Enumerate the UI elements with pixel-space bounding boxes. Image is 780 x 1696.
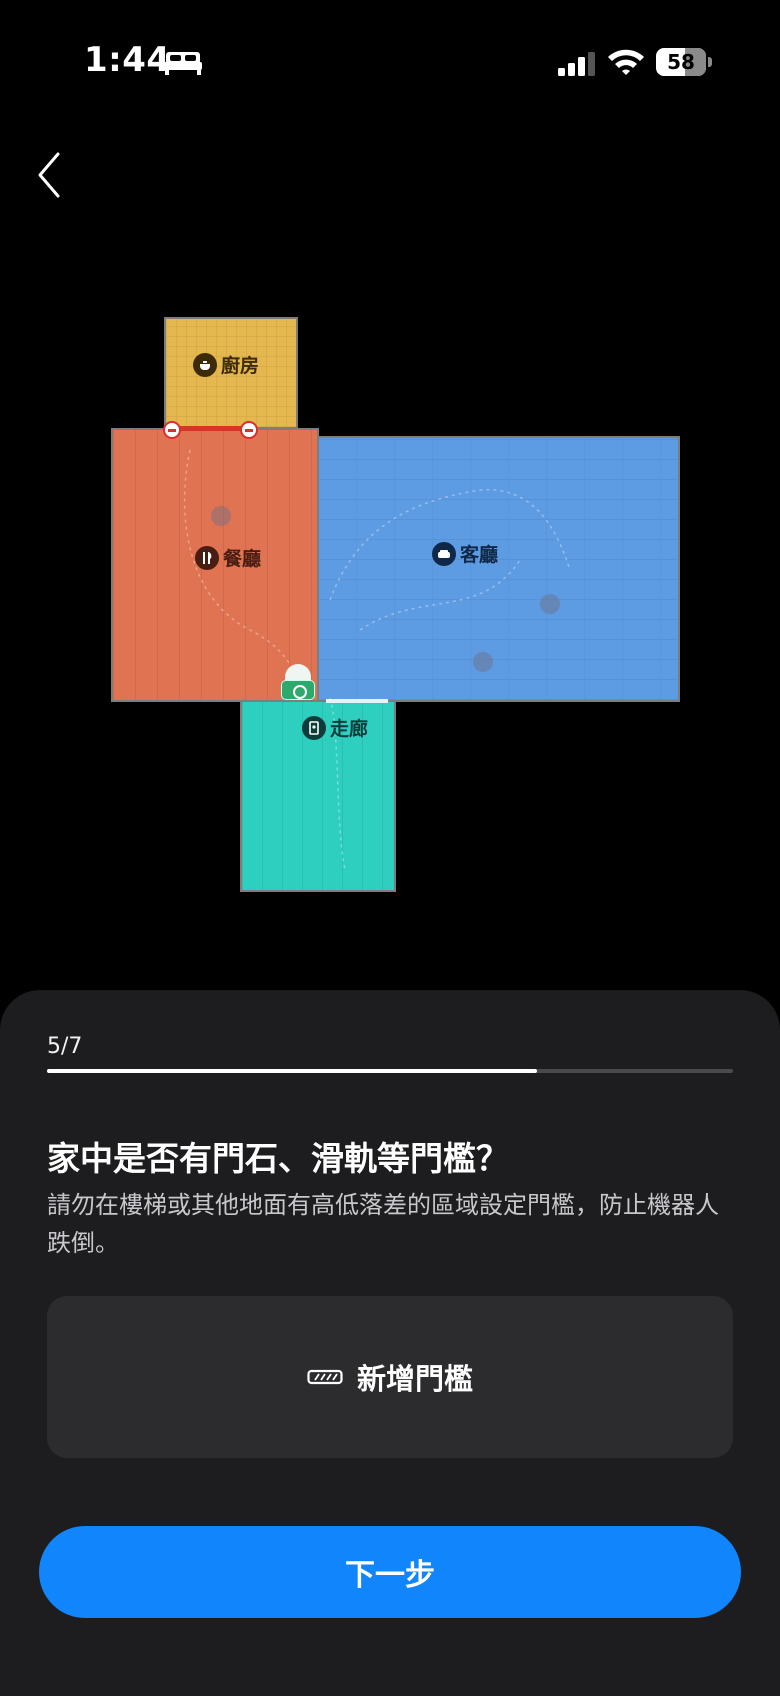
room-label-kitchen[interactable]: 廚房	[193, 351, 259, 378]
sofa-icon	[432, 541, 456, 566]
battery-icon: 58	[656, 48, 712, 76]
floor-map[interactable]: 廚房 餐廳 客廳 走廊	[0, 300, 780, 900]
cleaning-path	[183, 449, 571, 871]
door-icon	[302, 715, 326, 740]
room-label-hallway[interactable]: 走廊	[302, 714, 368, 741]
cooking-pot-icon	[193, 352, 217, 377]
room-label-dining-room[interactable]: 餐廳	[195, 544, 261, 571]
battery-level: 58	[667, 50, 695, 74]
progress-bar	[47, 1069, 733, 1073]
chevron-left-icon	[38, 152, 60, 198]
next-button[interactable]: 下一步	[39, 1526, 741, 1618]
bottom-sheet: 5/7 家中是否有門石、滑軌等門檻？ 請勿在樓梯或其他地面有高低落差的區域設定門…	[0, 990, 780, 1696]
screen: 1:44 58 廚房 餐廳 客廳 走廊 5/7 家中是否有門石、滑軌等門檻？ 請…	[0, 0, 780, 1696]
bed-icon	[164, 52, 202, 75]
status-time: 1:44	[84, 40, 171, 80]
threshold-icon	[307, 1369, 343, 1385]
battery-tip	[708, 57, 712, 67]
obstacle-marker	[211, 506, 231, 526]
sheet-description: 請勿在樓梯或其他地面有高低落差的區域設定門檻，防止機器人跌倒。	[47, 1191, 719, 1257]
back-button[interactable]	[30, 148, 70, 202]
obstacle-marker	[540, 594, 560, 614]
room-name: 客廳	[460, 544, 499, 566]
no-go-marker[interactable]	[163, 421, 181, 439]
room-name: 廚房	[221, 355, 260, 377]
room-label-living-room[interactable]: 客廳	[432, 540, 498, 567]
obstacle-marker	[473, 652, 493, 672]
dock-base	[281, 680, 315, 700]
progress-fill	[47, 1069, 537, 1073]
sheet-title: 家中是否有門石、滑軌等門檻？	[47, 1139, 509, 1178]
add-threshold-button[interactable]: 新增門檻	[47, 1296, 733, 1458]
wifi-icon	[608, 49, 644, 75]
add-threshold-label: 新增門檻	[356, 1362, 473, 1396]
no-go-marker[interactable]	[240, 421, 258, 439]
room-name: 餐廳	[223, 548, 262, 570]
room-name: 走廊	[330, 718, 369, 740]
step-counter: 5/7	[47, 1034, 83, 1059]
fork-knife-icon	[195, 545, 219, 570]
charging-dock-icon[interactable]	[281, 664, 315, 702]
signal-icon	[558, 52, 595, 76]
